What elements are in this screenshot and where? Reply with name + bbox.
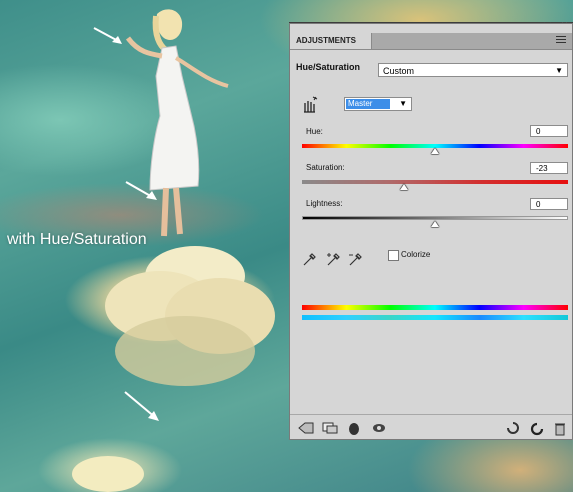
preset-select[interactable]: Custom ▼ bbox=[378, 63, 568, 77]
saturation-slider-thumb[interactable] bbox=[400, 184, 409, 190]
woman-figure bbox=[125, 9, 229, 237]
on-image-adjust-icon[interactable] bbox=[300, 96, 318, 114]
caption-text: with Hue/Saturation bbox=[7, 231, 147, 248]
visibility-icon[interactable] bbox=[348, 422, 360, 436]
lightness-input[interactable]: 0 bbox=[530, 198, 568, 210]
return-to-list-icon[interactable] bbox=[298, 422, 314, 434]
lightness-slider-thumb[interactable] bbox=[431, 221, 439, 227]
colorize-label: Colorize bbox=[401, 250, 431, 259]
lightness-label: Lightness: bbox=[306, 199, 343, 208]
chevron-down-icon: ▼ bbox=[555, 66, 563, 75]
panel-bottom-toolbar bbox=[290, 414, 572, 440]
saturation-label: Saturation: bbox=[306, 163, 345, 172]
colorize-checkbox[interactable] bbox=[388, 250, 399, 261]
channel-select[interactable]: Master ▼ bbox=[344, 97, 412, 111]
arrow-icon bbox=[124, 391, 159, 421]
hue-label: Hue: bbox=[306, 127, 323, 136]
lightness-slider-track[interactable] bbox=[302, 216, 568, 220]
adjustment-title: Hue/Saturation bbox=[296, 62, 361, 72]
arrow-icon bbox=[93, 27, 122, 44]
eyedropper-icon[interactable] bbox=[302, 251, 318, 267]
output-color-spectrum bbox=[302, 315, 568, 320]
chevron-down-icon: ▼ bbox=[399, 99, 407, 108]
cloud-shape bbox=[105, 246, 275, 386]
arrow-icon bbox=[125, 181, 157, 200]
eyedropper-subtract-icon[interactable] bbox=[348, 251, 364, 267]
hue-slider-thumb[interactable] bbox=[431, 148, 439, 154]
panel-tab-bar: ADJUSTMENTS bbox=[290, 33, 572, 50]
eyedropper-add-icon[interactable] bbox=[326, 251, 342, 267]
refresh-icon[interactable] bbox=[530, 422, 544, 436]
preset-value: Custom bbox=[383, 66, 415, 76]
adjustments-panel: ADJUSTMENTS Hue/Saturation Custom ▼ Mast… bbox=[289, 23, 573, 440]
input-color-spectrum bbox=[302, 305, 568, 310]
panel-menu-icon[interactable] bbox=[556, 36, 566, 44]
saturation-input[interactable]: -23 bbox=[530, 162, 568, 174]
hue-input[interactable]: 0 bbox=[530, 125, 568, 137]
clip-to-layer-icon[interactable] bbox=[322, 422, 338, 434]
view-previous-icon[interactable] bbox=[372, 422, 386, 434]
reset-icon[interactable] bbox=[506, 422, 522, 434]
channel-value: Master bbox=[346, 99, 390, 109]
saturation-slider-track[interactable] bbox=[302, 180, 568, 184]
tab-adjustments[interactable]: ADJUSTMENTS bbox=[290, 33, 372, 49]
small-cloud-shape bbox=[72, 456, 144, 492]
delete-icon[interactable] bbox=[554, 422, 566, 436]
